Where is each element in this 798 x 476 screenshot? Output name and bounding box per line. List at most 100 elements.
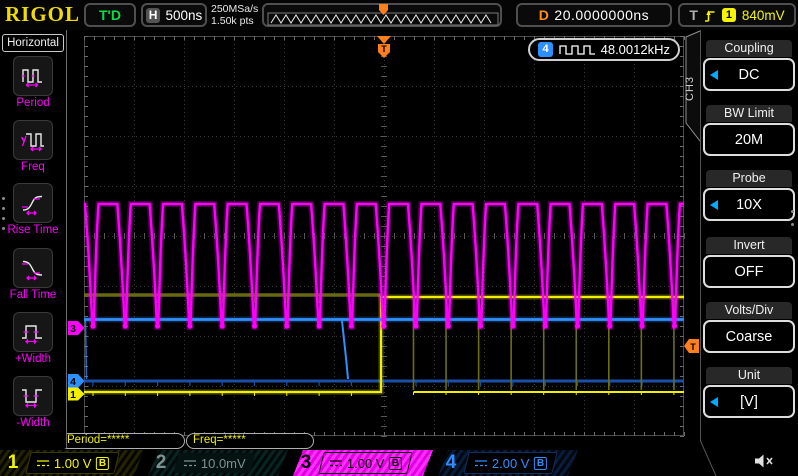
channel-scale: 1.00 V (347, 456, 385, 471)
bw-limit-button[interactable]: 20M (703, 123, 795, 156)
dc-coupling-icon (36, 458, 50, 468)
menu-item-label: Probe (706, 170, 792, 187)
volts-div-button[interactable]: Coarse (703, 320, 795, 353)
left-arrow-icon (710, 200, 718, 210)
channel-number: 3 (293, 450, 319, 476)
timebase-value: 500ns (165, 8, 202, 23)
svg-text:4: 4 (70, 376, 76, 388)
trigger-source-badge: 1 (722, 8, 736, 22)
unit-button[interactable]: [V] (703, 385, 795, 418)
menu-item-label: +Width (0, 353, 66, 365)
channel-number: 2 (148, 450, 174, 476)
channel-number: 4 (438, 450, 464, 476)
top-status-bar: RIGOL T'D H 500ns 250MSa/s 1.50k pts D 2… (0, 0, 798, 30)
menu-item-fall-time[interactable]: Fall Time (0, 248, 66, 301)
menu-item-coupling: Coupling DC (700, 40, 798, 91)
channel-scale: 10.0mV (201, 456, 246, 471)
waveform-preview[interactable] (262, 3, 502, 27)
menu-item-label: Rise Time (0, 224, 66, 236)
trigger-level-value: 840mV (742, 8, 785, 23)
menu-item-label: Volts/Div (706, 302, 792, 319)
period-icon (13, 56, 53, 96)
channel3-badge[interactable]: 3 1.00 V B (293, 450, 433, 476)
menu-item-unit: Unit [V] (700, 367, 798, 418)
dc-coupling-icon (183, 458, 197, 468)
channel3-menu: Coupling DC BW Limit 20M Probe 10X Inver… (700, 30, 798, 476)
probe-value: 10X (736, 197, 762, 213)
fall-time-icon (13, 248, 53, 288)
freq-icon (13, 120, 53, 160)
channel-scale: 2.00 V (492, 456, 530, 471)
menu-item-period[interactable]: Period (0, 56, 66, 109)
counter-source-badge: 4 (538, 42, 553, 57)
channel3-offset-tag[interactable]: 3 (68, 321, 85, 335)
trigger-status-badge: T'D (84, 3, 136, 27)
bw-limit-indicator: B (96, 457, 109, 470)
waveform-display: T T 3 4 1 (0, 0, 798, 476)
channel-number: 1 (0, 450, 26, 476)
sound-muted-icon (753, 453, 775, 474)
menu-page-indicator (791, 200, 794, 236)
delay-box[interactable]: D 20.0000000ns (516, 3, 672, 27)
timebase-box[interactable]: H 500ns (141, 3, 207, 27)
bw-limit-value: 20M (735, 132, 763, 148)
channel1-offset-tag[interactable]: 1 (68, 388, 85, 402)
menu-item-label: Coupling (706, 40, 792, 57)
dc-coupling-icon (329, 458, 343, 468)
memory-depth: 1.50k pts (211, 15, 258, 27)
channel4-badge[interactable]: 4 2.00 V B (438, 450, 578, 476)
menu-item-label: Invert (706, 237, 792, 254)
channel-scale: 1.00 V (54, 456, 92, 471)
delay-icon: D (539, 7, 550, 23)
menu-item-minus-width[interactable]: -Width (0, 376, 66, 429)
menu-item-label: Fall Time (0, 289, 66, 301)
preview-wave-icon (265, 4, 501, 26)
menu-item-volts-div: Volts/Div Coarse (700, 302, 798, 353)
svg-text:T: T (690, 342, 696, 352)
rigol-logo: RIGOL (5, 2, 80, 27)
menu-item-label: Unit (706, 367, 792, 384)
channel1-badge[interactable]: 1 1.00 V B (0, 450, 144, 476)
menu-item-label: -Width (0, 417, 66, 429)
channel3-menu-tab: CH3 (684, 42, 700, 134)
menu-item-plus-width[interactable]: +Width (0, 312, 66, 365)
minus-width-icon (13, 376, 53, 416)
menu-item-bw-limit: BW Limit 20M (700, 105, 798, 156)
sample-rate: 250MSa/s (211, 3, 258, 15)
probe-button[interactable]: 10X (703, 188, 795, 221)
menu-item-label: BW Limit (706, 105, 792, 122)
menu-item-invert: Invert OFF (700, 237, 798, 288)
measurement-freq: Freq=***** (186, 433, 314, 449)
menu-item-label: Period (0, 97, 66, 109)
trigger-info-box[interactable]: T 1 840mV (678, 3, 796, 27)
svg-text:T: T (381, 44, 387, 54)
trigger-letter: T (689, 7, 698, 23)
trigger-position-marker[interactable]: T (377, 36, 391, 58)
plus-width-icon (13, 312, 53, 352)
dc-coupling-icon (474, 458, 488, 468)
coupling-button[interactable]: DC (703, 58, 795, 91)
measurement-period: Period=***** (60, 433, 185, 449)
horizontal-menu: Horizontal Period Freq Rise Time Fall Ti… (0, 30, 67, 448)
menu-item-rise-time[interactable]: Rise Time (0, 183, 66, 236)
channel-status-bar: 1 1.00 V B 2 10.0mV 3 1.00 V B 4 (0, 448, 798, 476)
graticule (84, 36, 685, 437)
svg-text:3: 3 (70, 323, 76, 335)
acquisition-info: 250MSa/s 1.50k pts (211, 3, 258, 27)
counter-frequency-value: 48.0012kHz (601, 42, 670, 57)
volts-div-value: Coarse (726, 329, 773, 345)
coupling-value: DC (739, 67, 760, 83)
menu-item-freq[interactable]: Freq (0, 120, 66, 173)
invert-value: OFF (735, 264, 764, 280)
square-wave-icon (559, 43, 595, 56)
trigger-level-marker[interactable]: T (684, 339, 699, 353)
left-arrow-icon (710, 70, 718, 80)
channel4-offset-tag[interactable]: 4 (68, 374, 85, 388)
bw-limit-indicator: B (534, 457, 547, 470)
rise-time-icon (13, 183, 53, 223)
delay-value: 20.0000000ns (554, 7, 649, 23)
menu-item-label: Freq (0, 161, 66, 173)
svg-text:1: 1 (70, 389, 76, 401)
invert-button[interactable]: OFF (703, 255, 795, 288)
channel2-badge[interactable]: 2 10.0mV (148, 450, 288, 476)
